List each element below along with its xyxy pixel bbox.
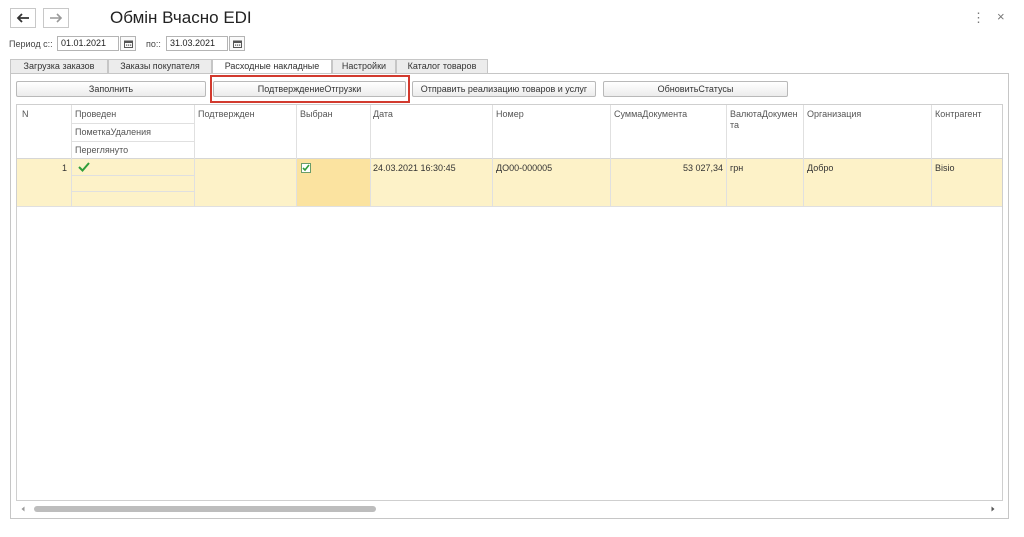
column-divider xyxy=(610,105,611,207)
header-counterparty[interactable]: Контрагент xyxy=(935,109,982,119)
scrollbar-thumb[interactable] xyxy=(34,506,376,512)
period-from-label: Период с:: xyxy=(9,39,53,49)
scroll-left-icon[interactable] xyxy=(20,506,26,512)
column-divider xyxy=(492,105,493,207)
header-posted[interactable]: Проведен xyxy=(75,109,116,119)
header-organization[interactable]: Организация xyxy=(807,109,861,119)
page-title: Обмін Вчасно EDI xyxy=(110,8,252,27)
calendar-icon xyxy=(232,40,242,48)
cell-date: 24.03.2021 16:30:45 xyxy=(373,163,456,173)
cell-n: 1 xyxy=(61,163,67,173)
posted-check-icon xyxy=(78,162,90,172)
header-selected[interactable]: Выбран xyxy=(300,109,333,119)
header-divider xyxy=(71,141,194,142)
horizontal-scrollbar[interactable] xyxy=(18,504,1000,514)
cell-number: ДО00-000005 xyxy=(496,163,553,173)
checkbox-check-icon xyxy=(302,164,310,172)
header-divider xyxy=(71,123,194,124)
cell-counterparty: Bisio xyxy=(935,163,955,173)
arrow-left-icon xyxy=(16,13,29,23)
forward-button[interactable] xyxy=(43,8,69,28)
scroll-right-icon[interactable] xyxy=(990,506,996,512)
more-menu-icon[interactable]: ⋮ xyxy=(972,10,985,26)
header-n[interactable]: N xyxy=(22,109,29,119)
calendar-from-button[interactable] xyxy=(120,36,136,51)
header-viewed[interactable]: Переглянуто xyxy=(75,145,128,155)
header-confirmed[interactable]: Подтвержден xyxy=(198,109,255,119)
period-from-field[interactable]: 01.01.2021 xyxy=(57,36,119,51)
header-date[interactable]: Дата xyxy=(373,109,393,119)
tab-settings[interactable]: Настройки xyxy=(332,59,396,73)
cell-amount: 53 027,34 xyxy=(682,163,723,173)
column-divider xyxy=(726,105,727,207)
table-row[interactable]: 1 24.03.2021 16:30:45 ДО00-000005 53 027… xyxy=(17,159,1002,207)
row-divider xyxy=(71,175,194,176)
fill-button[interactable]: Заполнить xyxy=(16,81,206,97)
selected-checkbox[interactable] xyxy=(301,163,311,173)
tab-product-catalog[interactable]: Каталог товаров xyxy=(396,59,488,73)
arrow-right-icon xyxy=(50,13,63,23)
send-sales-button[interactable]: Отправить реализацию товаров и услуг xyxy=(412,81,596,97)
refresh-statuses-button[interactable]: ОбновитьСтатусы xyxy=(603,81,788,97)
back-button[interactable] xyxy=(10,8,36,28)
header-number[interactable]: Номер xyxy=(496,109,524,119)
column-divider xyxy=(370,105,371,207)
header-deletion-mark[interactable]: ПометкаУдаления xyxy=(75,127,151,137)
period-to-label: по:: xyxy=(146,39,161,49)
column-divider xyxy=(931,105,932,207)
calendar-icon xyxy=(123,40,133,48)
row-bottom-border xyxy=(17,206,1002,207)
header-amount[interactable]: СуммаДокумента xyxy=(614,109,687,119)
column-divider xyxy=(71,105,72,207)
column-divider xyxy=(296,105,297,207)
close-icon[interactable]: × xyxy=(997,9,1005,24)
column-divider xyxy=(803,105,804,207)
period-to-field[interactable]: 31.03.2021 xyxy=(166,36,228,51)
cell-organization: Добро xyxy=(807,163,834,173)
row-divider xyxy=(71,191,194,192)
tab-order-import[interactable]: Загрузка заказов xyxy=(10,59,108,73)
column-divider xyxy=(194,105,195,207)
highlight-frame xyxy=(210,75,410,103)
tab-customer-orders[interactable]: Заказы покупателя xyxy=(108,59,212,73)
documents-table[interactable]: N Проведен ПометкаУдаления Переглянуто П… xyxy=(16,104,1003,501)
tab-sales-invoices[interactable]: Расходные накладные xyxy=(212,59,332,74)
calendar-to-button[interactable] xyxy=(229,36,245,51)
header-currency[interactable]: ВалютаДокумента xyxy=(730,109,800,131)
cell-currency: грн xyxy=(730,163,744,173)
